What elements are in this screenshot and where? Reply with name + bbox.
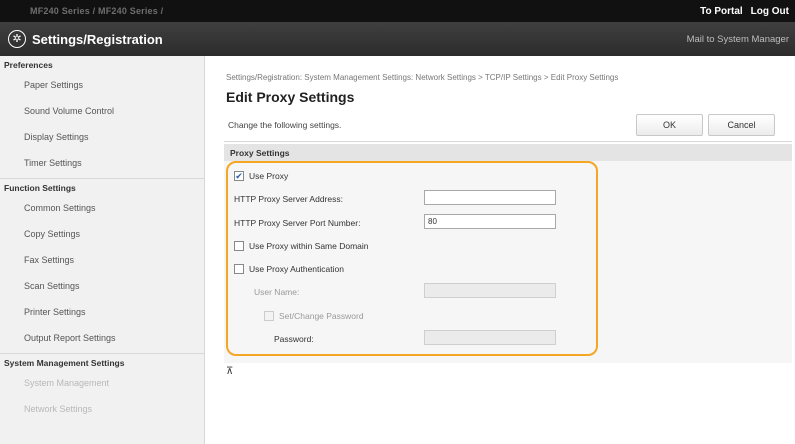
sidebar-item-output-report-settings[interactable]: Output Report Settings [0,325,204,351]
highlight-frame [226,161,598,356]
breadcrumb: Settings/Registration: System Management… [226,73,619,82]
ok-button[interactable]: OK [636,114,703,136]
log-out-link[interactable]: Log Out [751,6,789,17]
sidebar-item-timer-settings[interactable]: Timer Settings [0,150,204,176]
mail-system-manager-link[interactable]: Mail to System Manager [687,34,789,45]
sidebar-heading-function-settings: Function Settings [4,183,76,193]
sidebar-item-common-settings[interactable]: Common Settings [0,195,204,221]
device-name: MF240 Series / MF240 Series / [30,6,164,16]
title-group: ✲ Settings/Registration [8,30,163,48]
cancel-button[interactable]: Cancel [708,114,775,136]
to-portal-link[interactable]: To Portal [700,6,743,17]
gear-icon: ✲ [8,30,26,48]
arrow-to-top-icon[interactable]: ⊼ [226,366,233,377]
sidebar-item-system-management[interactable]: System Management [0,370,204,396]
sidebar: Preferences Paper Settings Sound Volume … [0,56,205,444]
instruction-text: Change the following settings. [228,120,342,130]
top-bar: MF240 Series / MF240 Series / To Portal … [0,0,795,22]
sidebar-item-display-settings[interactable]: Display Settings [0,124,204,150]
sidebar-item-network-settings[interactable]: Network Settings [0,396,204,422]
sidebar-heading-preferences: Preferences [4,60,53,70]
page-title: Edit Proxy Settings [226,89,355,105]
sidebar-item-scan-settings[interactable]: Scan Settings [0,273,204,299]
section-heading-proxy-settings: Proxy Settings [224,144,792,161]
sidebar-heading-system-management-settings: System Management Settings [4,358,125,368]
sidebar-item-fax-settings[interactable]: Fax Settings [0,247,204,273]
title-bar: ✲ Settings/Registration Mail to System M… [0,22,795,56]
divider [224,141,792,142]
sidebar-item-sound-volume-control[interactable]: Sound Volume Control [0,98,204,124]
sidebar-item-copy-settings[interactable]: Copy Settings [0,221,204,247]
sidebar-item-paper-settings[interactable]: Paper Settings [0,72,204,98]
sidebar-item-printer-settings[interactable]: Printer Settings [0,299,204,325]
top-links: To Portal Log Out [700,6,789,17]
app-title: Settings/Registration [32,31,163,47]
